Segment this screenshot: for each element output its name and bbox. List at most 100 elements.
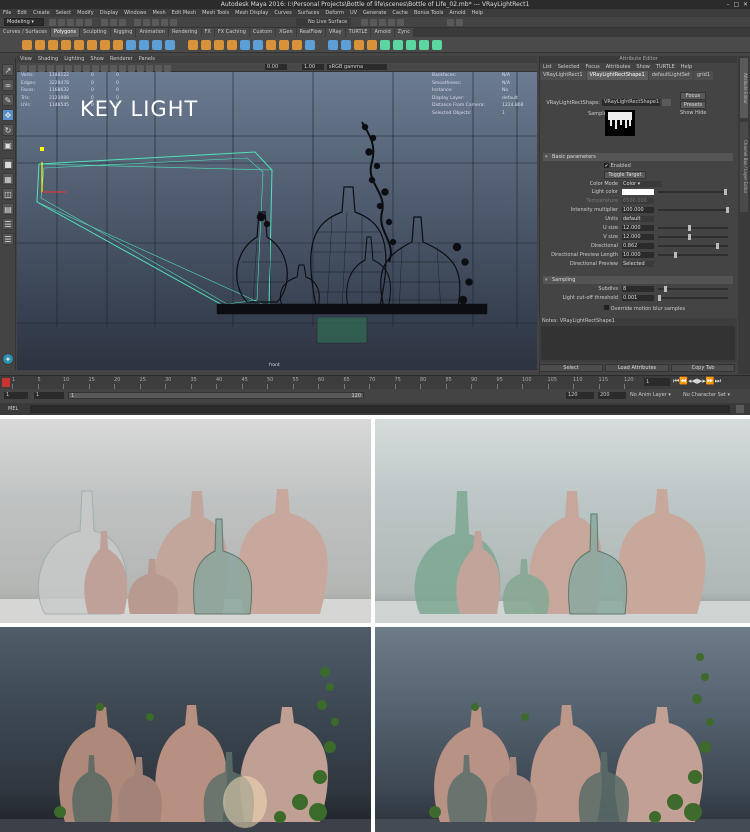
- film-gate-icon[interactable]: [56, 65, 63, 72]
- layout-stack-icon[interactable]: ▤: [2, 203, 14, 215]
- shelf-tab-0[interactable]: Curves / Surfaces: [0, 28, 50, 37]
- gate-mask-icon[interactable]: [74, 65, 81, 72]
- node-tab-0[interactable]: VRayLightRect1: [540, 71, 586, 80]
- node-name-field[interactable]: VRayLightRectShape1: [602, 99, 660, 106]
- bookmark-icon[interactable]: [29, 65, 36, 72]
- shelf-tab-9[interactable]: XGen: [276, 28, 296, 37]
- isolate-icon[interactable]: [155, 65, 162, 72]
- attr-slider-knob[interactable]: [674, 252, 677, 258]
- shelf-tool-icon[interactable]: [341, 40, 351, 50]
- attr-slider[interactable]: [658, 234, 728, 240]
- safe-title-icon[interactable]: [101, 65, 108, 72]
- live-surface-field[interactable]: No Live Surface: [296, 18, 351, 26]
- go-to-end-icon[interactable]: ⏭: [715, 377, 721, 385]
- end-time-field[interactable]: 200: [598, 392, 626, 399]
- anim-layer-dropdown[interactable]: No Anim Layer ▾: [630, 392, 671, 398]
- command-language-label[interactable]: MEL: [8, 406, 18, 412]
- menu-item-7[interactable]: Mesh: [152, 10, 165, 16]
- panel-menu-1[interactable]: Shading: [38, 56, 58, 62]
- color-mode-dropdown[interactable]: Color ▾: [622, 181, 662, 187]
- attr-menu-4[interactable]: Show: [636, 64, 650, 70]
- menu-item-5[interactable]: Display: [100, 10, 118, 16]
- step-back-key-icon[interactable]: ⏪: [679, 377, 688, 385]
- cutoff-slider-knob[interactable]: [658, 295, 661, 301]
- select-hierarchy-icon[interactable]: [100, 19, 108, 26]
- open-scene-icon[interactable]: [58, 19, 65, 26]
- viewport-front[interactable]: KEY LIGHT Verts: 1148122 0 0 Edges: 3228478 0 0…: [17, 72, 537, 370]
- character-set-dropdown[interactable]: No Character Set ▾: [683, 392, 730, 398]
- shelf-tab-10[interactable]: RealFlow: [296, 28, 325, 37]
- focus-button[interactable]: Focus: [680, 92, 706, 100]
- attr-slider[interactable]: [658, 225, 728, 231]
- color-space-dropdown[interactable]: sRGB gamma: [327, 64, 387, 70]
- rotate-tool-icon[interactable]: ↻: [2, 124, 14, 136]
- attr-menu-1[interactable]: Selected: [558, 64, 580, 70]
- subdivs-slider-knob[interactable]: [664, 286, 667, 292]
- presets-button[interactable]: Presets: [680, 101, 706, 109]
- shelf-tool-icon[interactable]: [354, 40, 364, 50]
- show-button[interactable]: Show: [680, 110, 694, 116]
- camera-attr-icon[interactable]: [20, 65, 27, 72]
- command-input[interactable]: [30, 405, 730, 413]
- menu-item-2[interactable]: Create: [33, 10, 50, 16]
- section-sampling[interactable]: Sampling: [543, 276, 733, 284]
- menu-item-0[interactable]: File: [3, 10, 11, 16]
- attr-field[interactable]: 0.862: [622, 243, 654, 249]
- render-settings-icon[interactable]: [388, 19, 395, 26]
- shelf-tab-5[interactable]: Rendering: [168, 28, 201, 37]
- select-component-icon[interactable]: [118, 19, 126, 26]
- cutoff-slider[interactable]: [658, 295, 728, 301]
- shelf-tool-icon[interactable]: [214, 40, 224, 50]
- menu-item-14[interactable]: UV: [350, 10, 357, 16]
- attr-slider-knob[interactable]: [716, 243, 719, 249]
- smooth-shade-icon[interactable]: [119, 65, 126, 72]
- panel-menu-3[interactable]: Show: [90, 56, 104, 62]
- playback-start-field[interactable]: 1: [34, 392, 64, 399]
- load-attributes-button[interactable]: Load Attributes: [605, 364, 669, 372]
- shelf-tab-7[interactable]: FX Caching: [214, 28, 249, 37]
- current-frame-field[interactable]: 1: [644, 378, 670, 386]
- shelf-tool-icon[interactable]: [328, 40, 338, 50]
- menu-item-10[interactable]: Mesh Display: [235, 10, 268, 16]
- move-tool-icon[interactable]: ✥: [2, 109, 14, 121]
- menu-item-8[interactable]: Edit Mesh: [172, 10, 196, 16]
- node-tab-1[interactable]: VRayLightRectShape1: [586, 71, 648, 80]
- attr-slider[interactable]: [658, 207, 729, 213]
- shelf-tool-icon[interactable]: [165, 40, 175, 50]
- select-tool-icon[interactable]: ↗: [2, 64, 14, 76]
- panel-menu-0[interactable]: View: [20, 56, 32, 62]
- attr-slider-knob[interactable]: [688, 234, 691, 240]
- image-plane-icon[interactable]: [38, 65, 45, 72]
- menu-set-dropdown[interactable]: Modeling ▾: [4, 18, 44, 26]
- attr-slider[interactable]: [658, 189, 728, 195]
- shelf-tab-8[interactable]: Custom: [249, 28, 276, 37]
- hide-button[interactable]: Hide: [695, 110, 706, 116]
- menu-item-16[interactable]: Cache: [392, 10, 408, 16]
- shelf-tool-icon[interactable]: [113, 40, 123, 50]
- attr-field[interactable]: default: [622, 216, 654, 222]
- shelf-tab-6[interactable]: FX: [201, 28, 214, 37]
- render-view-icon[interactable]: [361, 19, 368, 26]
- attr-slider-knob[interactable]: [726, 207, 729, 213]
- attr-menu-6[interactable]: Help: [681, 64, 692, 70]
- shelf-tool-icon[interactable]: [406, 40, 416, 50]
- graph-layout-icon[interactable]: ☰: [2, 233, 14, 245]
- new-scene-icon[interactable]: [49, 19, 56, 26]
- modeling-toolkit-icon[interactable]: [446, 19, 454, 26]
- panel-menu-4[interactable]: Renderer: [110, 56, 133, 62]
- current-frame-marker[interactable]: [2, 378, 10, 387]
- lasso-tool-icon[interactable]: ∞: [2, 79, 14, 91]
- menu-item-6[interactable]: Windows: [124, 10, 146, 16]
- time-slider[interactable]: 1 5 10 15 20 25 30 35 40 45 50 55 60 65 70 75 80 85 90 95 10…: [0, 375, 750, 389]
- light-color-swatch[interactable]: [622, 189, 654, 195]
- menu-item-3[interactable]: Select: [56, 10, 71, 16]
- attr-field[interactable]: 12.000: [622, 225, 654, 231]
- shelf-tab-11[interactable]: VRay: [325, 28, 345, 37]
- close-icon[interactable]: ✕: [743, 1, 748, 8]
- menu-item-1[interactable]: Edit: [17, 10, 27, 16]
- shelf-tool-icon[interactable]: [87, 40, 97, 50]
- shelf-tool-icon[interactable]: [35, 40, 45, 50]
- input-line-icon[interactable]: [455, 19, 463, 26]
- menu-item-15[interactable]: Generate: [363, 10, 386, 16]
- menu-item-9[interactable]: Mesh Tools: [202, 10, 229, 16]
